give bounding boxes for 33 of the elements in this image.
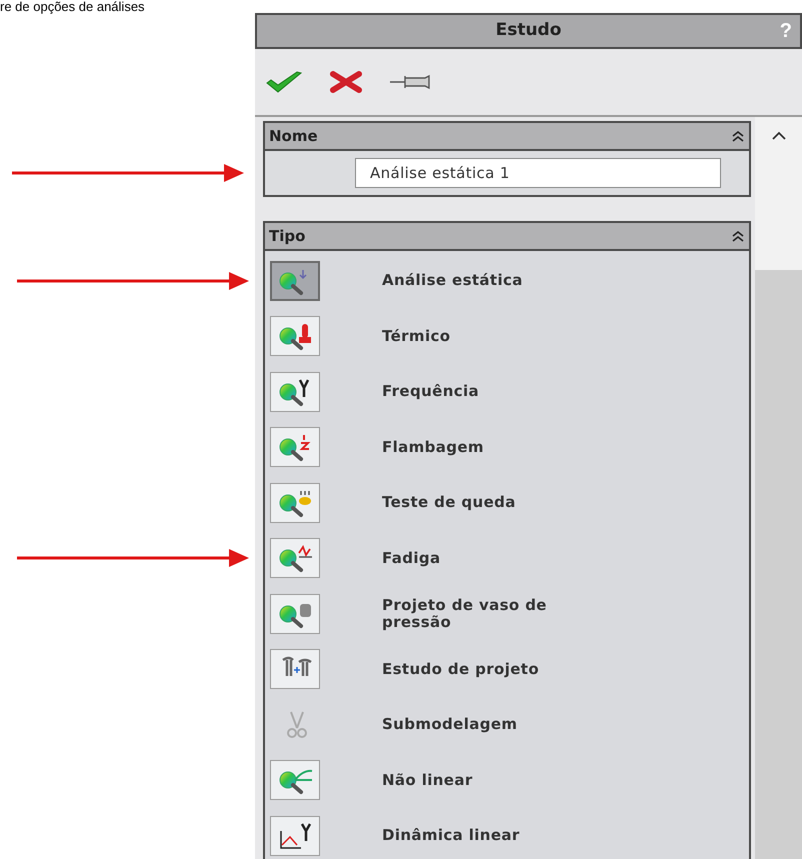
analysis-type-button[interactable] (270, 427, 320, 468)
analysis-type-label[interactable]: Dinâmica linear (382, 827, 617, 844)
close-icon[interactable] (329, 70, 363, 94)
analysis-type-label[interactable]: Não linear (382, 772, 617, 789)
section-title: Tipo (269, 226, 306, 247)
panel-title: Estudo (496, 19, 562, 42)
analysis-type-label[interactable]: Térmico (382, 328, 617, 345)
caption: re de opções de análises (0, 0, 145, 13)
analysis-type-button[interactable] (270, 816, 320, 856)
analysis-type-label[interactable]: Submodelagem (382, 716, 617, 734)
section-title: Nome (269, 126, 318, 147)
analysis-type-label[interactable]: Flambagem (382, 438, 617, 456)
section-header[interactable]: Nome (265, 123, 749, 151)
analysis-type-label[interactable]: Estudo de projeto (382, 660, 617, 678)
analysis-type-button[interactable] (270, 372, 320, 412)
collapse-icon[interactable] (731, 130, 745, 142)
analysis-type-label[interactable]: Análise estática (382, 272, 617, 290)
analysis-type-button[interactable] (270, 594, 320, 634)
analysis-type-label[interactable]: Teste de queda (382, 494, 617, 512)
analysis-type-label[interactable]: Fadiga (382, 550, 617, 567)
analysis-type-label[interactable]: Frequência (382, 383, 617, 400)
analysis-type-button[interactable] (270, 760, 320, 800)
analysis-type-button[interactable] (270, 482, 320, 523)
scrollbar[interactable] (755, 117, 802, 859)
analysis-type-button[interactable] (270, 538, 320, 578)
scroll-thumb[interactable] (755, 270, 802, 859)
checkmark-icon[interactable] (265, 70, 303, 94)
collapse-icon[interactable] (731, 230, 745, 242)
analysis-type-button[interactable] (270, 316, 320, 356)
name-field[interactable]: Análise estática 1 (355, 158, 721, 188)
section-header[interactable]: Tipo (265, 223, 749, 251)
scroll-up-icon[interactable] (772, 131, 786, 140)
analysis-type-label[interactable]: Projeto de vaso de pressão (382, 596, 617, 631)
